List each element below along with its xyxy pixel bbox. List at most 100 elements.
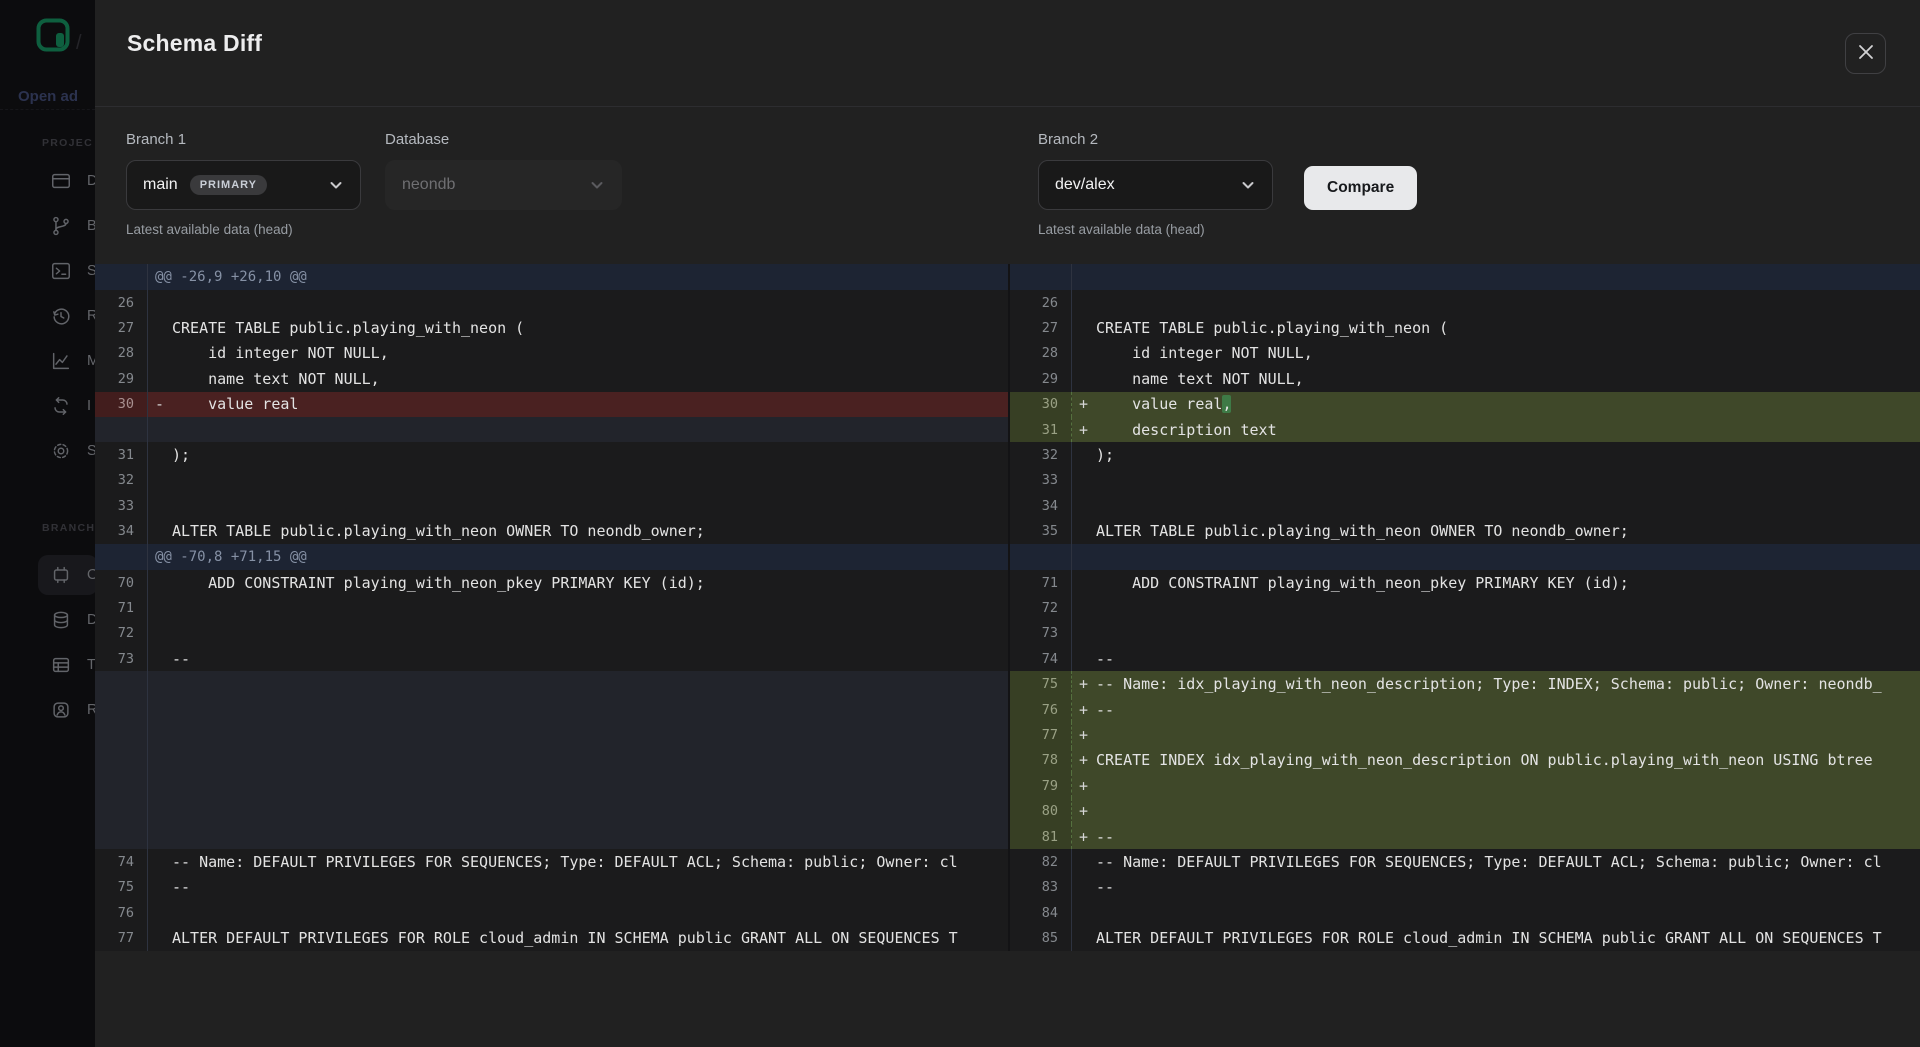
line-number <box>1010 264 1072 290</box>
hunk-header-text: @@ -26,9 +26,10 @@ <box>155 269 307 285</box>
line-number: 30 <box>95 392 148 417</box>
diff-sign: - <box>155 395 172 413</box>
diff-line: 70 ADD CONSTRAINT playing_with_neon_pkey… <box>95 570 1008 595</box>
line-number: 35 <box>1010 519 1072 544</box>
diff-line: 79 + <box>1010 773 1920 798</box>
line-number: 30 <box>1010 392 1072 417</box>
diff-hunk-row: @@ -26,9 +26,10 @@ <box>95 264 1008 290</box>
diff-line: 75 -- <box>95 875 1008 900</box>
close-button[interactable] <box>1845 33 1886 74</box>
line-number: 78 <box>1010 748 1072 773</box>
branch1-value: main <box>143 176 178 194</box>
diff-line: 30 + value real, <box>1010 392 1920 417</box>
code-text: ); <box>172 446 190 464</box>
line-number: 26 <box>1010 290 1072 315</box>
diff-spacer-row <box>95 697 1008 722</box>
line-number: 73 <box>1010 621 1072 646</box>
line-number: 81 <box>1010 824 1072 849</box>
diff-line: 77ALTER DEFAULT PRIVILEGES FOR ROLE clou… <box>95 925 1008 950</box>
diff-line: 77+ <box>1010 722 1920 747</box>
branch2-group: Branch 2 dev/alex Latest available data … <box>1038 131 1273 237</box>
line-number <box>95 417 148 442</box>
line-number: 80 <box>1010 798 1072 823</box>
code-text: CREATE INDEX idx_playing_with_neon_descr… <box>1096 751 1873 769</box>
code-text: -- <box>1096 701 1114 719</box>
line-number: 76 <box>1010 697 1072 722</box>
code-text: -- <box>1096 650 1114 668</box>
diff-line: 72 <box>1010 595 1920 620</box>
code-text: ALTER TABLE public.playing_with_neon OWN… <box>1096 522 1629 540</box>
code-text: -- <box>172 650 190 668</box>
line-number: 74 <box>1010 646 1072 671</box>
code-text: name text NOT NULL, <box>172 370 380 388</box>
code-text: value real, <box>1096 395 1231 413</box>
diff-sign: + <box>1079 828 1096 846</box>
branch2-select[interactable]: dev/alex <box>1038 160 1273 210</box>
line-number: 79 <box>1010 773 1072 798</box>
diff-line: 31+ description text <box>1010 417 1920 442</box>
diff-line: 73 -- <box>95 646 1008 671</box>
line-number: 77 <box>1010 722 1072 747</box>
database-select: neondb <box>385 160 622 210</box>
diff-line: 32); <box>1010 442 1920 467</box>
diff-line: 35 ALTER TABLE public.playing_with_neon O… <box>1010 519 1920 544</box>
line-number: 72 <box>1010 595 1072 620</box>
line-number: 71 <box>1010 570 1072 595</box>
code-text: -- Name: DEFAULT PRIVILEGES FOR SEQUENCE… <box>1096 853 1882 871</box>
line-number: 32 <box>1010 442 1072 467</box>
line-number: 71 <box>95 595 148 620</box>
branch1-label: Branch 1 <box>126 131 361 148</box>
line-number <box>1010 544 1072 570</box>
diff-spacer-row <box>95 798 1008 823</box>
code-text: ALTER TABLE public.playing_with_neon OWN… <box>172 522 705 540</box>
diff-sign: + <box>1079 421 1096 439</box>
diff-line: 34 <box>1010 493 1920 518</box>
diff-line: 76 +-- <box>1010 697 1920 722</box>
code-text: -- <box>172 878 190 896</box>
diff-line: 74-- Name: DEFAULT PRIVILEGES FOR SEQUEN… <box>95 849 1008 874</box>
line-number: 73 <box>95 646 148 671</box>
line-number <box>95 722 148 747</box>
chevron-down-icon <box>589 177 605 193</box>
diff-spacer-row <box>95 671 1008 696</box>
modal-backdrop[interactable] <box>0 0 95 1047</box>
diff-line: 31); <box>95 442 1008 467</box>
database-value: neondb <box>402 176 455 194</box>
diff-pane-right: 2627CREATE TABLE public.playing_with_neo… <box>1008 264 1920 951</box>
branch1-select[interactable]: main PRIMARY <box>126 160 361 210</box>
diff-line: 82-- Name: DEFAULT PRIVILEGES FOR SEQUEN… <box>1010 849 1920 874</box>
line-number: 76 <box>95 900 148 925</box>
chevron-down-icon <box>328 177 344 193</box>
line-number: 70 <box>95 570 148 595</box>
diff-line: 26 <box>1010 290 1920 315</box>
line-number: 33 <box>95 493 148 518</box>
line-number: 34 <box>1010 493 1072 518</box>
diff-sign: + <box>1079 751 1096 769</box>
diff-spacer-row <box>95 824 1008 849</box>
branch2-hint: Latest available data (head) <box>1038 222 1273 237</box>
diff-line: 81+-- <box>1010 824 1920 849</box>
line-number: 31 <box>95 442 148 467</box>
line-number <box>95 798 148 823</box>
diff-line: 34ALTER TABLE public.playing_with_neon O… <box>95 519 1008 544</box>
line-number: 72 <box>95 621 148 646</box>
line-number: 77 <box>95 925 148 950</box>
diff-line: 84 <box>1010 900 1920 925</box>
line-number: 75 <box>95 875 148 900</box>
line-number: 31 <box>1010 417 1072 442</box>
diff-spacer-row <box>95 722 1008 747</box>
compare-button[interactable]: Compare <box>1304 166 1417 210</box>
branch2-label: Branch 2 <box>1038 131 1273 148</box>
diff-sign: + <box>1079 395 1096 413</box>
diff-line: 33 <box>95 493 1008 518</box>
code-text: -- <box>1096 878 1114 896</box>
code-text: ADD CONSTRAINT playing_with_neon_pkey PR… <box>172 574 705 592</box>
diff-sign: + <box>1079 701 1096 719</box>
diff-sign: + <box>1079 777 1096 795</box>
line-number: 32 <box>95 468 148 493</box>
line-number: 29 <box>1010 366 1072 391</box>
diff-spacer-row <box>95 773 1008 798</box>
branch1-hint: Latest available data (head) <box>126 222 361 237</box>
schema-diff-modal: Schema Diff Branch 1 main PRIMARY Latest… <box>95 0 1920 1047</box>
line-number: 74 <box>95 849 148 874</box>
